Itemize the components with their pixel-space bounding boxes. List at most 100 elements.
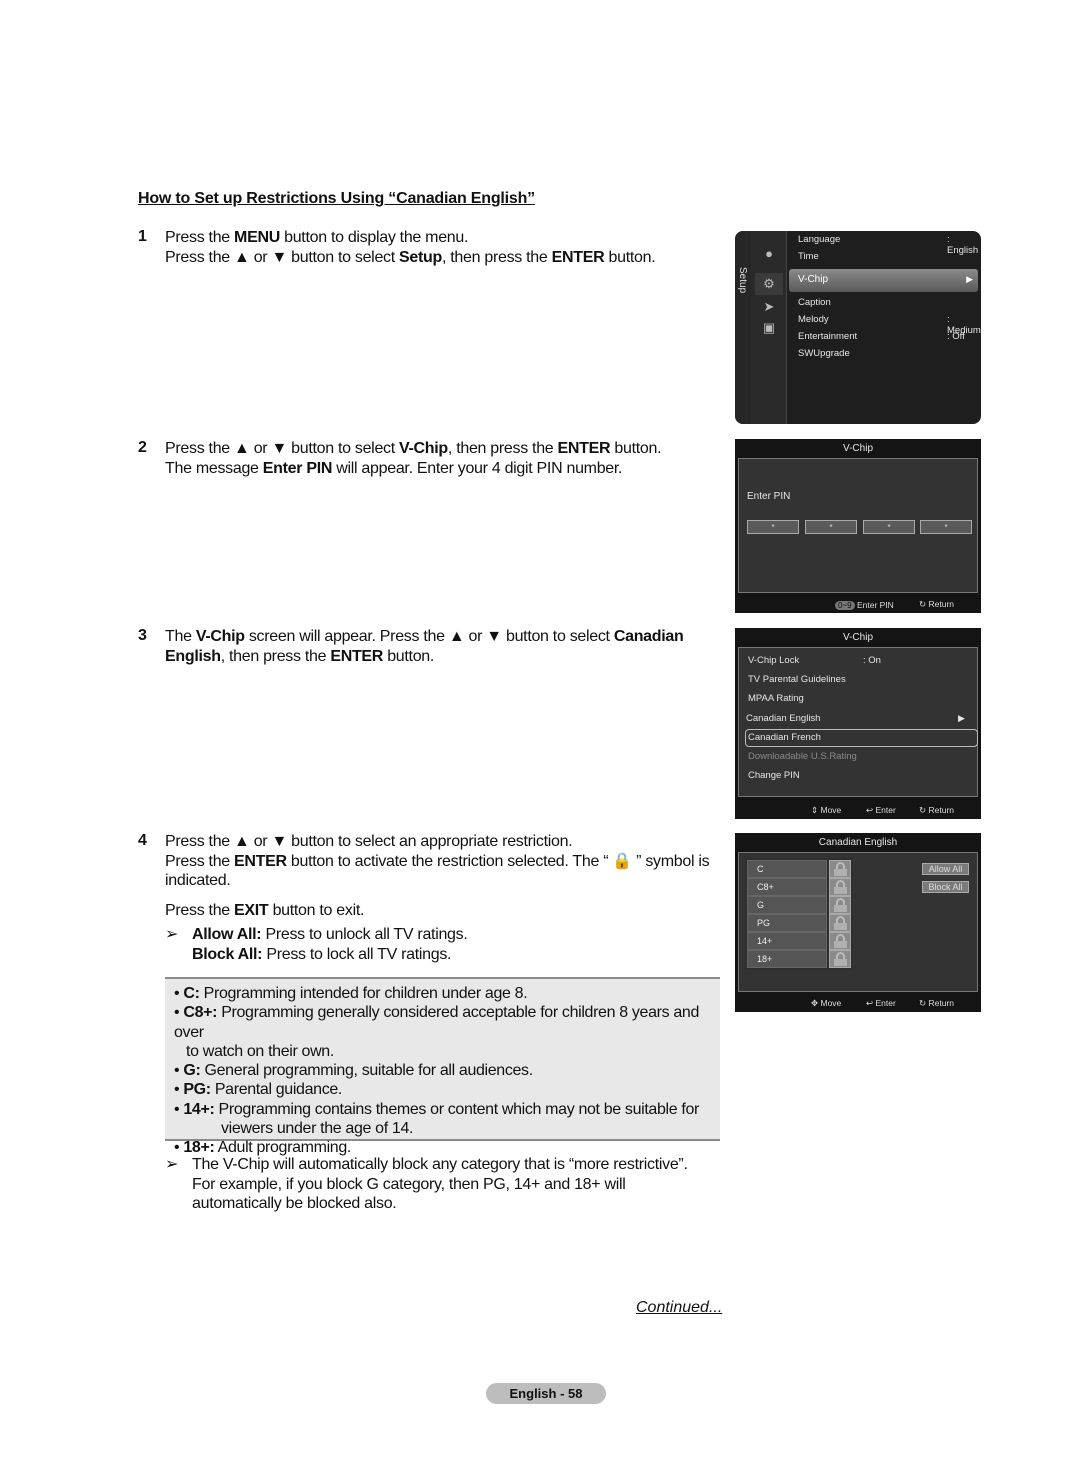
four-way-arrow-icon: ✥ bbox=[811, 998, 819, 1008]
footer-move: ⇕ Move bbox=[811, 805, 841, 816]
footer-enter-pin: 0~9 Enter PIN bbox=[835, 600, 894, 610]
menu-item-caption[interactable]: Caption bbox=[798, 297, 831, 308]
rating-row[interactable]: 18+ bbox=[747, 949, 851, 968]
rating-label: C8+ bbox=[747, 877, 827, 896]
footer-label: Enter bbox=[875, 998, 896, 1008]
pin-digit-4[interactable]: * bbox=[920, 520, 972, 534]
step-3: 3 The V-Chip screen will appear. Press t… bbox=[138, 627, 684, 666]
rating-row[interactable]: C8+ bbox=[747, 877, 851, 896]
rating-label: PG bbox=[747, 913, 827, 932]
enter-icon: ↩ bbox=[866, 805, 874, 815]
footer-move: ✥ Move bbox=[811, 998, 841, 1009]
menu-item-value: : English bbox=[947, 234, 979, 256]
rating-row[interactable]: C bbox=[747, 860, 851, 878]
picture-icon: ● bbox=[765, 246, 773, 261]
continued-link: Continued... bbox=[636, 1299, 723, 1316]
rating-row[interactable]: 14+ bbox=[747, 931, 851, 950]
allow-all-button[interactable]: Allow All bbox=[922, 863, 969, 875]
menu-item-v-chip-selected[interactable]: V-Chip ▶ bbox=[789, 269, 978, 292]
step-number: 3 bbox=[138, 627, 147, 644]
footer-label: Return bbox=[928, 998, 955, 1008]
text-line: Press the ▲ or ▼ button to select V-Chip… bbox=[165, 440, 662, 457]
footer-label: Enter PIN bbox=[856, 600, 894, 610]
pin-panel: Enter PIN * * * * bbox=[738, 458, 978, 593]
unlock-icon[interactable] bbox=[829, 913, 851, 932]
step-1: 1 Press the MENU button to display the m… bbox=[138, 228, 656, 267]
pin-digit-3[interactable]: * bbox=[863, 520, 915, 534]
menu-item-value: : On bbox=[863, 655, 881, 666]
menu-item-language[interactable]: Language bbox=[798, 234, 840, 245]
screen-title: Canadian English bbox=[818, 837, 898, 848]
rating-row[interactable]: G bbox=[747, 895, 851, 914]
text-line: Press the MENU button to display the men… bbox=[165, 229, 469, 246]
step-body: Press the ▲ or ▼ button to select an app… bbox=[165, 832, 710, 891]
step-number: 1 bbox=[138, 228, 147, 245]
submenu-arrow-icon: ▶ bbox=[958, 712, 965, 723]
step-body: Press the MENU button to display the men… bbox=[165, 228, 656, 267]
footer-label: Move bbox=[820, 805, 842, 815]
menu-item-entertainment[interactable]: Entertainment bbox=[798, 331, 857, 342]
rating-definition: • C8+: Programming generally considered … bbox=[174, 1004, 699, 1060]
unlock-icon[interactable] bbox=[829, 877, 851, 896]
pin-digit-2[interactable]: * bbox=[805, 520, 857, 534]
note-line: The V-Chip will automatically block any … bbox=[192, 1156, 688, 1173]
text-line: Allow All: Press to unlock all TV rating… bbox=[192, 926, 468, 943]
canadian-english-screen: Canadian English C C8+ G PG 14+ 18+ Allow All… bbox=[735, 833, 981, 1012]
input-icon: ➤ bbox=[763, 299, 775, 314]
rating-definition: • C: Programming intended for children u… bbox=[174, 985, 528, 1002]
v-chip-menu-screen: V-Chip V-Chip Lock : On TV Parental Guidel… bbox=[735, 628, 981, 819]
rating-label: 14+ bbox=[747, 931, 827, 950]
setup-side-label: Setup bbox=[737, 267, 748, 294]
menu-item-canadian-english[interactable]: Canadian English bbox=[746, 713, 820, 724]
menu-item-time[interactable]: Time bbox=[798, 251, 819, 262]
rating-label: G bbox=[747, 895, 827, 914]
menu-item-v-chip-lock[interactable]: V-Chip Lock bbox=[748, 655, 799, 666]
pin-digit-1[interactable]: * bbox=[747, 520, 799, 534]
footer-label: Return bbox=[928, 805, 955, 815]
menu-item-melody[interactable]: Melody bbox=[798, 314, 829, 325]
unlock-icon[interactable] bbox=[829, 931, 851, 950]
rating-label: C bbox=[747, 860, 827, 878]
menu-item-tv-parental-guidelines[interactable]: TV Parental Guidelines bbox=[748, 674, 846, 685]
allow-block-note: ➢ Allow All: Press to unlock all TV rati… bbox=[165, 925, 709, 964]
return-icon: ↻ bbox=[919, 599, 927, 609]
note-line: automatically be blocked also. bbox=[192, 1195, 397, 1212]
up-down-icon: ⇕ bbox=[811, 805, 819, 815]
screen-title: V-Chip bbox=[842, 443, 873, 454]
footer-label: Move bbox=[820, 998, 842, 1008]
rating-definition: • 14+: Programming contains themes or co… bbox=[174, 1100, 699, 1138]
menu-item-canadian-french[interactable]: Canadian French bbox=[748, 732, 821, 743]
menu-item-mpaa-rating[interactable]: MPAA Rating bbox=[748, 693, 804, 704]
ratings-lock-table: C C8+ G PG 14+ 18+ bbox=[745, 858, 853, 970]
setup-menu-screen: Setup ● ⚙ ➤ ▣ V-Chip ▶ Language : English… bbox=[735, 231, 981, 424]
text-line: The message Enter PIN will appear. Enter… bbox=[165, 459, 623, 477]
unlock-icon[interactable] bbox=[829, 949, 851, 968]
page-number-badge: English - 58 bbox=[486, 1383, 606, 1404]
footer-return: ↻ Return bbox=[919, 805, 954, 816]
text-line: indicated. bbox=[165, 872, 231, 889]
step-body: The V-Chip screen will appear. Press the… bbox=[165, 627, 684, 666]
unlock-icon[interactable] bbox=[829, 895, 851, 914]
note-body: Allow All: Press to unlock all TV rating… bbox=[192, 925, 468, 964]
step-number: 4 bbox=[138, 832, 147, 849]
menu-item-swupgrade[interactable]: SWUpgrade bbox=[798, 348, 850, 359]
return-icon: ↻ bbox=[919, 805, 927, 815]
setup-gear-icon: ⚙ bbox=[755, 273, 783, 295]
footer-return: ↻ Return bbox=[919, 599, 954, 610]
rating-row[interactable]: PG bbox=[747, 913, 851, 932]
step-body: Press the ▲ or ▼ button to select V-Chip… bbox=[165, 439, 662, 478]
text-line: Press the ENTER button to activate the r… bbox=[165, 852, 710, 870]
unlock-icon[interactable] bbox=[829, 860, 851, 878]
screen-title: V-Chip bbox=[842, 632, 873, 643]
setup-sidebar bbox=[735, 231, 751, 424]
menu-item-label: V-Chip bbox=[798, 274, 829, 285]
number-keys-icon: 0~9 bbox=[835, 601, 855, 610]
step-4: 4 Press the ▲ or ▼ button to select an a… bbox=[138, 832, 710, 964]
application-icon: ▣ bbox=[762, 320, 776, 335]
menu-icon-column: ● ⚙ ➤ ▣ bbox=[751, 231, 787, 424]
note-arrow-icon: ➢ bbox=[165, 1156, 179, 1173]
menu-item-change-pin[interactable]: Change PIN bbox=[748, 770, 800, 781]
restrictive-note: ➢ The V-Chip will automatically block an… bbox=[165, 1155, 688, 1214]
block-all-button[interactable]: Block All bbox=[922, 881, 969, 893]
ratings-definitions-box: • C: Programming intended for children u… bbox=[165, 977, 720, 1156]
